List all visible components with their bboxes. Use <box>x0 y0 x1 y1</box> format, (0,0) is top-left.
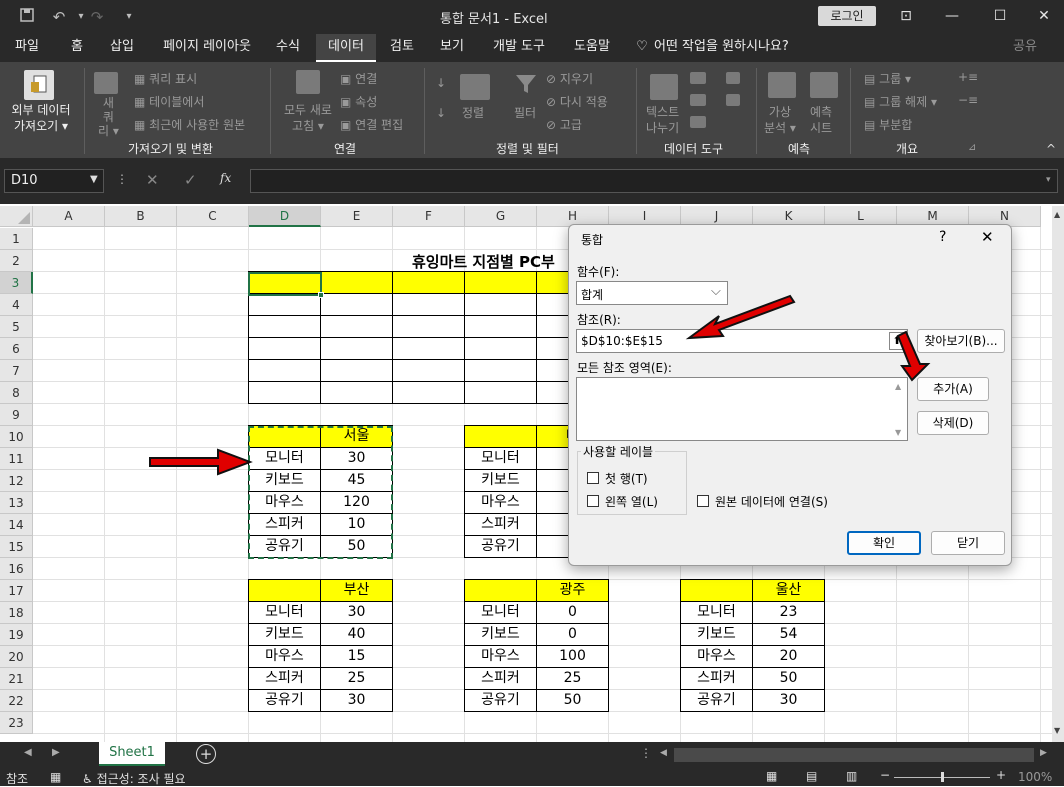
annotation-arrows <box>149 294 931 476</box>
arrow-to-reference-input <box>685 294 796 340</box>
arrow-to-seoul-range <box>149 448 253 476</box>
arrow-to-add-button <box>896 330 931 382</box>
